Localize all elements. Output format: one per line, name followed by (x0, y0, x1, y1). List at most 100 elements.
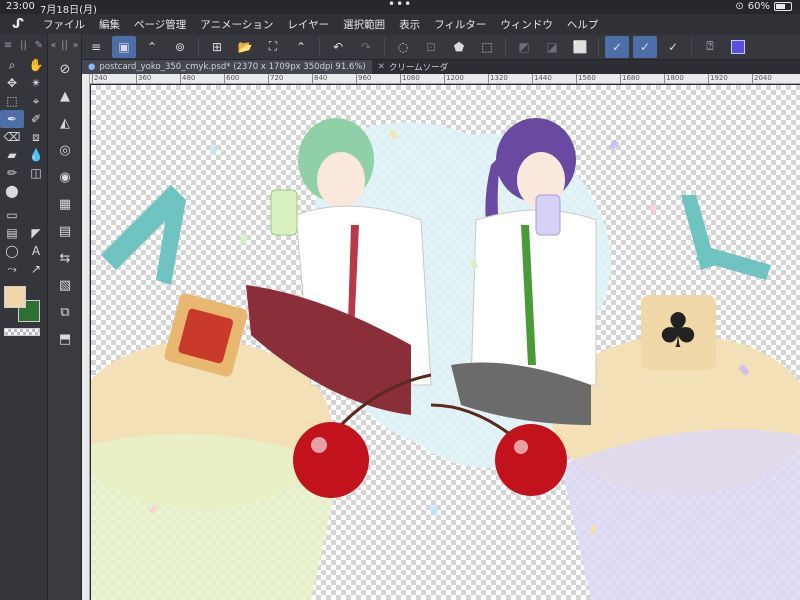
airbrush-tool-icon[interactable]: ✏ (0, 164, 24, 182)
move-tool-icon[interactable]: ✥ (0, 74, 24, 92)
ruler-tick: 2040 (752, 74, 772, 84)
zoom-tool-icon[interactable]: ⌕ (0, 56, 24, 74)
blend-tool-icon[interactable]: 💧 (24, 146, 48, 164)
pen-tool-icon[interactable]: ✒ (0, 110, 24, 128)
tool-grid: ⌕ ✋ ✥ ✴ ⬚ ⌖ ✒ ✐ ⌫ ⧈ ▰ 💧 ✏ ◫ ⬤ (0, 56, 47, 200)
save-icon[interactable]: ⛶ (261, 36, 285, 58)
right-straw (681, 195, 771, 280)
ruler-tick: 720 (268, 74, 284, 84)
pen-icon[interactable]: ✎ (35, 40, 43, 51)
lasso-tool-icon[interactable]: ◯ (0, 242, 24, 260)
ruler-tick: 1800 (664, 74, 684, 84)
tab-label: postcard_yoko_350_cmyk.psd* (2370 x 1709… (99, 62, 366, 72)
sub-tool-icon[interactable]: ⬤ (0, 182, 24, 200)
auto-action-icon[interactable]: ✴ (24, 74, 48, 92)
tab-postcard[interactable]: ● postcard_yoko_350_cmyk.psd* (2370 x 17… (82, 60, 372, 74)
color-swatches (0, 284, 47, 336)
eyedropper-tool-icon[interactable]: ↗ (24, 260, 48, 278)
no-entry-icon[interactable]: ⊘ (48, 56, 82, 83)
fill-tool-icon[interactable]: ▰ (0, 146, 24, 164)
tool-palette: ≡ || ✎ ⌕ ✋ ✥ ✴ ⬚ ⌖ ✒ ✐ ⌫ ⧈ ▰ 💧 ✏ ◫ ⬤ ▭ ▤… (0, 34, 48, 600)
menu-help[interactable]: ヘルプ (560, 17, 606, 32)
transparent-color-swatch[interactable] (4, 328, 40, 336)
empty-slot-2 (24, 206, 48, 224)
app-logo-icon[interactable]: ᔑ (0, 17, 36, 32)
material-icon[interactable]: ▤ (48, 218, 82, 245)
palette-menu-icon[interactable]: ≡ (4, 40, 12, 51)
ruler-tool-icon[interactable]: ▤ (0, 224, 24, 242)
transform-icon[interactable]: ⬚ (475, 36, 499, 58)
import-icon[interactable]: ⬒ (48, 326, 82, 353)
ruler-tick: 960 (356, 74, 372, 84)
layers-icon[interactable]: ⧉ (48, 299, 82, 326)
open-file-icon[interactable]: 📂 (233, 36, 257, 58)
snap-grid-icon[interactable]: ✓ (661, 36, 685, 58)
pencil-tool-icon[interactable]: ✐ (24, 110, 48, 128)
color-indicator[interactable] (726, 36, 750, 58)
tab-label-2: クリームソーダ (388, 63, 449, 73)
copy-icon[interactable]: ⊡ (419, 36, 443, 58)
current-color-chip (731, 39, 745, 54)
selection-tool-icon[interactable]: ⬚ (0, 92, 24, 110)
menu-edit[interactable]: 編集 (92, 17, 127, 32)
collapse-left-icon[interactable]: « (50, 40, 56, 51)
deselect-icon[interactable]: ⬜ (568, 36, 592, 58)
color-wheel-icon[interactable]: ◉ (48, 164, 82, 191)
ruler-tick: 840 (312, 74, 328, 84)
tool-palette-header: ≡ || ✎ (0, 34, 47, 56)
menu-animation[interactable]: アニメーション (193, 17, 280, 32)
drawing-canvas[interactable]: ♣ (91, 85, 800, 600)
ruler-tick: 600 (224, 74, 240, 84)
new-file-icon[interactable]: ⊞ (205, 36, 229, 58)
menu-view[interactable]: 表示 (392, 17, 427, 32)
ruler-tick: 1200 (444, 74, 464, 84)
hand-tool-icon[interactable]: ✋ (24, 56, 48, 74)
ruler-tick: 480 (180, 74, 196, 84)
text-tool-icon[interactable]: A (24, 242, 48, 260)
sub-palette-grip-icon[interactable]: || (61, 40, 68, 51)
decoration-tool-icon[interactable]: ⧈ (24, 128, 48, 146)
cloud-icon[interactable]: ⊚ (168, 36, 192, 58)
main-color-swatch[interactable] (4, 286, 26, 308)
layer-tool-icon[interactable]: ▲ (48, 83, 82, 110)
help-icon[interactable]: ⍰ (698, 36, 722, 58)
fill-icon[interactable]: ⬟ (447, 36, 471, 58)
figure-tool-icon[interactable]: ◤ (24, 224, 48, 242)
unsaved-dot-icon: ● (88, 62, 96, 72)
eraser-tool-icon[interactable]: ⌫ (0, 128, 24, 146)
horizontal-ruler: 240 360 480 600 720 840 960 1080 1200 13… (90, 74, 800, 84)
tab-cream-soda[interactable]: ✕ クリームソーダ (372, 60, 454, 74)
menu-selection[interactable]: 選択範囲 (336, 17, 392, 32)
color-set-icon[interactable]: ▦ (48, 191, 82, 218)
layer-property-icon[interactable]: ◭ (48, 110, 82, 137)
menu-window[interactable]: ウィンドウ (493, 17, 560, 32)
redo-icon[interactable]: ↷ (354, 36, 378, 58)
palette-grip-icon[interactable]: || (20, 40, 27, 51)
menu-file[interactable]: ファイル (36, 17, 92, 32)
clear-icon[interactable]: ◩ (512, 36, 536, 58)
menu-layer[interactable]: レイヤー (280, 17, 336, 32)
screen-mode-icon[interactable]: ▣ (112, 35, 136, 58)
screen-mode-toggle-icon[interactable]: ⌃ (140, 36, 164, 58)
gradient-tool-icon[interactable]: ◫ (24, 164, 48, 182)
frame-tool-icon[interactable]: ▭ (0, 206, 24, 224)
snap-special-ruler-icon[interactable]: ✓ (633, 35, 657, 58)
history-icon[interactable]: ⇆ (48, 245, 82, 272)
sub-tool-header: « || » (48, 34, 81, 56)
close-tab-icon[interactable]: ✕ (378, 62, 385, 72)
save-toggle-icon[interactable]: ⌃ (289, 36, 313, 58)
command-menu-icon[interactable]: ≡ (84, 36, 108, 58)
snap-ruler-icon[interactable]: ✓ (605, 35, 629, 58)
navigator-icon[interactable]: ◎ (48, 137, 82, 164)
artwork: ♣ (91, 118, 800, 600)
layer-search-icon[interactable]: ▧ (48, 272, 82, 299)
clear-selection-icon[interactable]: ◪ (540, 36, 564, 58)
undo-icon[interactable]: ↶ (326, 36, 350, 58)
menu-filter[interactable]: フィルター (427, 17, 493, 32)
auto-select-icon[interactable]: ⌖ (24, 92, 48, 110)
ruler-tick: 1920 (708, 74, 728, 84)
collapse-right-icon[interactable]: » (73, 40, 79, 51)
multitasking-dots[interactable]: ••• (388, 0, 412, 11)
menu-page-management[interactable]: ページ管理 (127, 17, 193, 32)
balloon-tool-icon[interactable]: ⤳ (0, 260, 24, 278)
